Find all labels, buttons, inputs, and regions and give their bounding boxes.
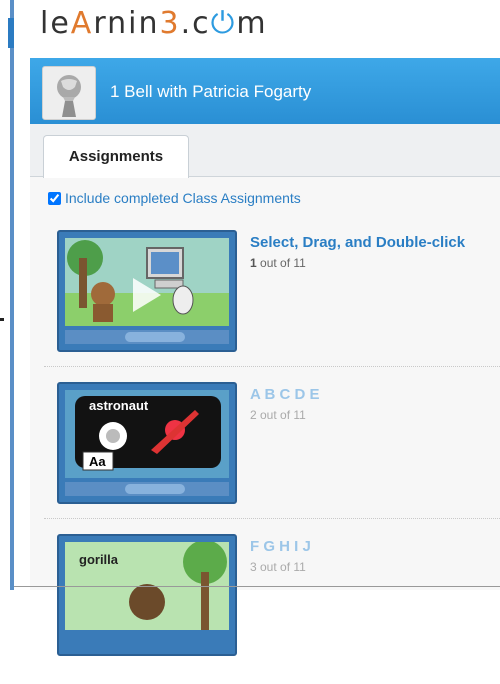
logo-text: le <box>40 6 71 41</box>
video-controls[interactable] <box>65 330 229 344</box>
avatar[interactable] <box>42 66 96 120</box>
progress-total: 2 out of 11 <box>250 408 306 422</box>
assignment-title[interactable]: F G H I J <box>250 538 311 555</box>
assignment-progress: 1 out of 11 <box>250 256 306 270</box>
site-logo[interactable]: leArnin3.c⏻m <box>40 6 268 41</box>
logo-text: m <box>236 6 268 41</box>
thumb-word: astronaut <box>89 398 149 413</box>
logo-text: A <box>70 6 94 41</box>
assignment-item[interactable]: Select, Drag, and Double-click 1 out of … <box>30 230 500 380</box>
bottom-border <box>14 586 500 587</box>
progress-count: 1 <box>250 256 257 270</box>
include-completed[interactable]: Include completed Class Assignments <box>48 190 301 206</box>
include-completed-label[interactable]: Include completed Class Assignments <box>65 190 301 206</box>
tab-assignments[interactable]: Assignments <box>43 135 189 178</box>
assignment-item[interactable]: gorilla F G H I J 3 out of 11 <box>30 534 500 684</box>
logo-text: 3 <box>159 6 181 41</box>
tab-bar: Assignments <box>30 124 500 178</box>
assignment-thumbnail[interactable] <box>57 230 237 352</box>
include-completed-checkbox[interactable] <box>48 192 61 205</box>
thumb-letters: Aa <box>89 454 106 469</box>
progress-total: 3 out of 11 <box>250 560 306 574</box>
video-thumbnail-image <box>65 238 229 326</box>
avatar-icon <box>57 75 81 117</box>
assignment-thumbnail[interactable]: Aa astronaut <box>57 382 237 504</box>
assignment-progress: 3 out of 11 <box>250 560 306 574</box>
window-edge <box>10 0 14 590</box>
logo-text: .c <box>180 6 211 41</box>
thumb-word: gorilla <box>79 552 119 567</box>
assignment-title[interactable]: Select, Drag, and Double-click <box>250 234 465 251</box>
assignments-panel: Assignments Include completed Class Assi… <box>30 124 500 656</box>
assignment-thumbnail[interactable]: gorilla <box>57 534 237 656</box>
progress-total: out of 11 <box>256 256 306 270</box>
left-edge <box>0 0 14 590</box>
divider <box>44 366 500 367</box>
user-header: 1 Bell with Patricia Fogarty <box>30 58 500 124</box>
window-edge-tab <box>8 18 14 48</box>
logo-text: rnin <box>93 6 160 41</box>
power-icon: ⏻ <box>210 6 237 41</box>
edge-tick <box>0 318 4 321</box>
divider <box>44 518 500 519</box>
video-controls[interactable] <box>65 482 229 496</box>
assignment-title[interactable]: A B C D E <box>250 386 319 403</box>
assignment-item[interactable]: Aa astronaut A B C D E 2 out of 11 <box>30 382 500 532</box>
video-thumbnail-image: Aa astronaut <box>65 390 229 478</box>
assignment-progress: 2 out of 11 <box>250 408 306 422</box>
user-name[interactable]: 1 Bell with Patricia Fogarty <box>110 82 311 102</box>
